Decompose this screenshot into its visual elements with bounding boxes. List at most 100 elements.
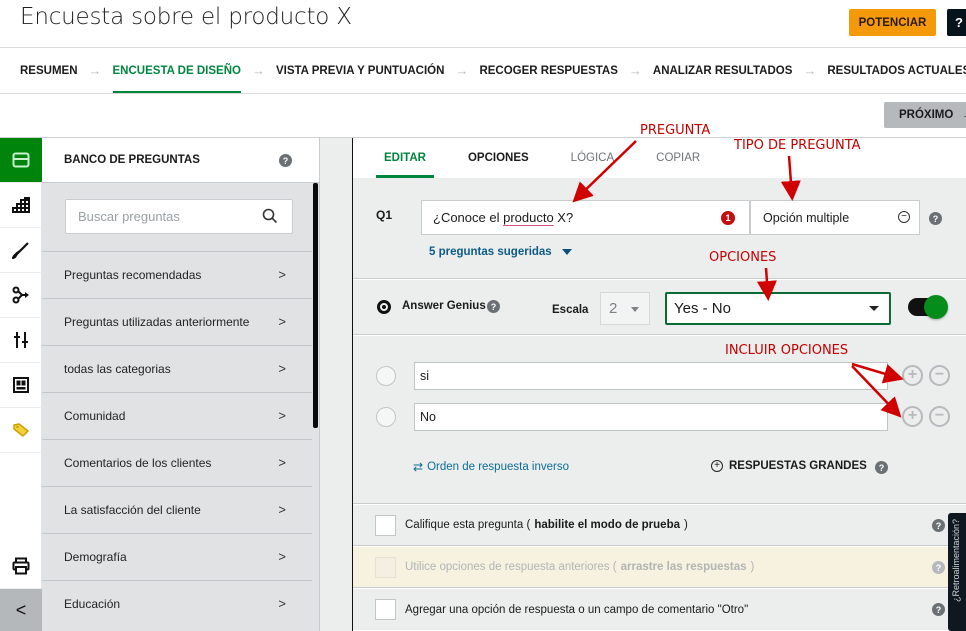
other-option-checkbox[interactable] bbox=[375, 599, 396, 620]
list-item-label: Educación bbox=[64, 597, 121, 611]
step-analyze-results[interactable]: ANALIZAR RESULTADOS bbox=[653, 48, 792, 93]
collapse-circle-icon: − bbox=[898, 211, 910, 223]
question-text-input[interactable]: ¿Conoce el producto X? 1 bbox=[421, 200, 750, 235]
other-option: Agregar una opción de respuesta o un cam… bbox=[353, 589, 966, 630]
arrow-right-icon: → bbox=[961, 109, 966, 121]
step-summary[interactable]: RESUMEN bbox=[20, 48, 78, 93]
list-item-label: Preguntas utilizadas anteriormente bbox=[64, 315, 250, 329]
search-placeholder: Buscar preguntas bbox=[78, 209, 180, 224]
option-text-end: ) bbox=[684, 519, 688, 531]
error-count-badge[interactable]: 1 bbox=[721, 211, 735, 225]
help-menu-button[interactable]: ? bbox=[947, 9, 966, 36]
divider bbox=[0, 93, 966, 94]
choice-input[interactable]: si bbox=[414, 362, 888, 390]
chevron-right-icon: > bbox=[278, 361, 286, 376]
annotation-include-options: INCLUIR OPCIONES bbox=[725, 343, 849, 358]
bank-item-recommended[interactable]: Preguntas recomendadas > bbox=[42, 251, 312, 298]
help-icon[interactable]: ? bbox=[279, 154, 292, 167]
rail-options[interactable] bbox=[0, 318, 42, 363]
bank-item-customer-satisfaction[interactable]: La satisfacción del cliente > bbox=[42, 486, 312, 533]
bank-item-previously-used[interactable]: Preguntas utilizadas anteriormente > bbox=[42, 298, 312, 345]
chevron-right-icon: > bbox=[278, 549, 286, 564]
search-questions-input[interactable]: Buscar preguntas bbox=[65, 199, 293, 234]
scale-label: Escala bbox=[552, 304, 589, 316]
next-button[interactable]: PRÓXIMO → bbox=[884, 102, 966, 128]
answer-genius-toggle[interactable] bbox=[908, 295, 948, 319]
scale-value: 2 bbox=[609, 300, 618, 317]
bank-item-all-categories[interactable]: todas las categorias > bbox=[42, 345, 312, 392]
step-collect-responses[interactable]: RECOGER RESPUESTAS bbox=[479, 48, 617, 93]
choice-row: No + − bbox=[353, 403, 966, 431]
option-text-bold: habilite el modo de prueba bbox=[534, 519, 680, 531]
step-preview-score[interactable]: VISTA PREVIA Y PUNTUACIÓN bbox=[276, 48, 444, 93]
caret-down-icon bbox=[631, 307, 639, 312]
annotation-question-type: TIPO DE PREGUNTA bbox=[734, 138, 861, 153]
answer-genius-section: Answer Genius ? Escala 2 Yes - No bbox=[353, 280, 966, 335]
rail-logic[interactable] bbox=[0, 273, 42, 318]
remove-choice-icon[interactable]: − bbox=[929, 365, 950, 386]
tab-copy[interactable]: COPIAR bbox=[656, 138, 700, 178]
chevron-right-icon: > bbox=[278, 408, 286, 423]
step-design-survey[interactable]: ENCUESTA DE DISEÑO bbox=[112, 48, 242, 94]
arrow-right-icon: → bbox=[455, 63, 469, 78]
suggested-questions-label: 5 preguntas sugeridas bbox=[429, 246, 552, 258]
design-brush-icon bbox=[12, 242, 29, 259]
score-question-checkbox[interactable] bbox=[375, 515, 396, 536]
help-icon[interactable]: ? bbox=[932, 519, 945, 532]
question-type-select[interactable]: Opción multiple − bbox=[750, 200, 920, 235]
rail-question-bank[interactable] bbox=[0, 138, 42, 183]
reverse-order-label: Orden de respuesta inverso bbox=[427, 461, 569, 473]
option-text-bold: arrastre las respuestas bbox=[620, 561, 747, 573]
tab-options[interactable]: OPCIONES bbox=[468, 138, 529, 178]
step-current-results[interactable]: RESULTADOS ACTUALES bbox=[827, 48, 966, 93]
rail-print[interactable] bbox=[0, 544, 42, 589]
caret-down-icon bbox=[561, 249, 572, 255]
rail-design[interactable] bbox=[0, 228, 42, 273]
big-answers-button[interactable]: + RESPUESTAS GRANDES bbox=[711, 460, 867, 472]
collapse-panel-button[interactable]: < bbox=[0, 589, 42, 631]
bank-item-demographics[interactable]: Demografía > bbox=[42, 533, 312, 580]
tool-rail: < bbox=[0, 138, 42, 631]
remove-choice-icon[interactable]: − bbox=[929, 406, 950, 427]
question-editor: EDITAR OPCIONES LÓGICA COPIAR Q1 ¿Conoce… bbox=[352, 138, 966, 631]
scrollbar-thumb[interactable] bbox=[313, 183, 318, 428]
search-icon[interactable] bbox=[262, 208, 278, 224]
bank-item-education[interactable]: Educación > bbox=[42, 580, 312, 627]
option-text-end: ) bbox=[750, 561, 755, 573]
survey-editor-screen: Encuesta sobre el producto X POTENCIAR ?… bbox=[0, 0, 966, 631]
workflow-steps: RESUMEN → ENCUESTA DE DISEÑO → VISTA PRE… bbox=[20, 48, 966, 94]
answer-preset-select[interactable]: Yes - No bbox=[665, 292, 891, 325]
help-icon[interactable]: ? bbox=[929, 212, 942, 225]
help-icon[interactable]: ? bbox=[875, 461, 888, 474]
rail-builder[interactable] bbox=[0, 183, 42, 228]
annotation-question: PREGUNTA bbox=[640, 123, 711, 138]
question-bank-panel: BANCO DE PREGUNTAS ? Buscar preguntas Pr… bbox=[42, 138, 320, 631]
caret-down-icon bbox=[869, 306, 879, 311]
add-choice-icon[interactable]: + bbox=[902, 365, 923, 386]
help-icon[interactable]: ? bbox=[487, 300, 500, 313]
bank-item-customer-feedback[interactable]: Comentarios de los clientes > bbox=[42, 439, 312, 486]
rail-layout[interactable] bbox=[0, 363, 42, 408]
tab-logic[interactable]: LÓGICA bbox=[571, 138, 614, 178]
previous-answers-checkbox bbox=[375, 557, 396, 578]
help-icon[interactable]: ? bbox=[932, 603, 945, 616]
upgrade-button[interactable]: POTENCIAR bbox=[849, 9, 936, 36]
scale-select[interactable]: 2 bbox=[600, 292, 650, 325]
reverse-order-link[interactable]: ⇄ Orden de respuesta inverso bbox=[413, 460, 569, 474]
bank-item-community[interactable]: Comunidad > bbox=[42, 392, 312, 439]
toggle-knob bbox=[924, 295, 948, 319]
option-text: Agregar una opción de respuesta o un cam… bbox=[405, 603, 749, 616]
add-choice-icon[interactable]: + bbox=[902, 406, 923, 427]
choice-input[interactable]: No bbox=[414, 403, 888, 431]
answer-genius-label: Answer Genius bbox=[402, 300, 486, 312]
chevron-right-icon: > bbox=[278, 267, 286, 282]
arrow-right-icon: → bbox=[803, 63, 817, 78]
chevron-right-icon: > bbox=[278, 314, 286, 329]
feedback-tab-label: ¿Retroalimentación? bbox=[951, 519, 961, 603]
answer-choices-section: si + − No + − ⇄ Orden de respuesta inver… bbox=[353, 336, 966, 504]
rail-tags[interactable] bbox=[0, 408, 42, 453]
editor-tabs: EDITAR OPCIONES LÓGICA COPIAR bbox=[353, 138, 966, 178]
suggested-questions-toggle[interactable]: 5 preguntas sugeridas bbox=[429, 246, 572, 258]
tab-edit[interactable]: EDITAR bbox=[376, 138, 434, 178]
feedback-tab[interactable]: ¿Retroalimentación? bbox=[948, 513, 966, 631]
